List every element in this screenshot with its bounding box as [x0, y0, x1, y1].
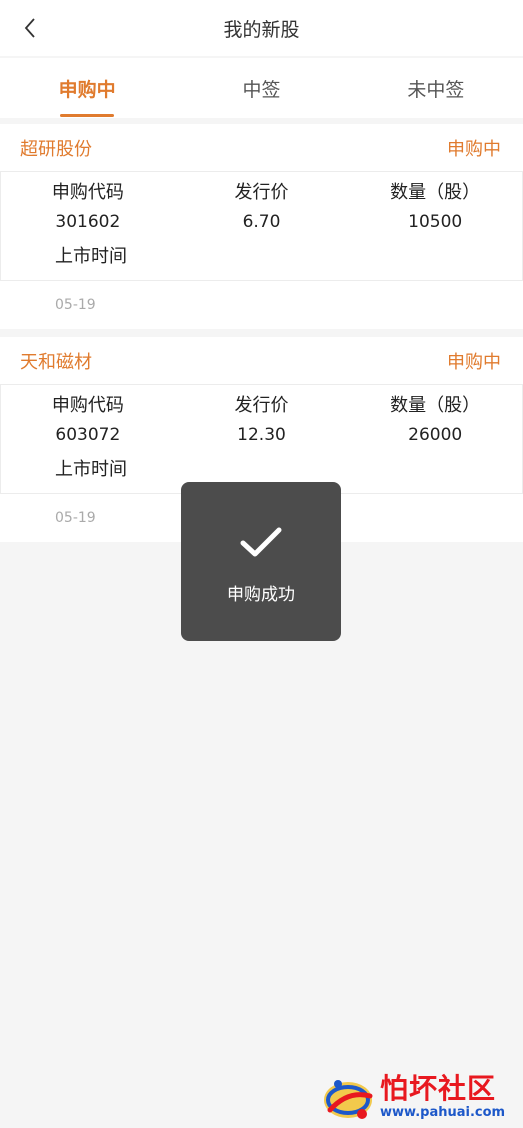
price-value: 12.30 [237, 425, 286, 445]
stock-name: 天和磁材 [20, 351, 92, 373]
stock-card[interactable]: 超研股份 申购中 申购代码 301602 发行价 6.70 数量（股） 1050… [0, 124, 523, 329]
code-label: 申购代码 [51, 182, 124, 203]
success-toast: 申购成功 [181, 482, 341, 641]
price-label: 发行价 [234, 395, 289, 416]
tab-won[interactable]: 中签 [174, 58, 348, 118]
code-value: 603072 [55, 425, 121, 445]
stock-name: 超研股份 [20, 138, 92, 160]
toast-message: 申购成功 [227, 585, 295, 605]
price-label: 发行价 [234, 182, 289, 203]
tab-not-won[interactable]: 未中签 [349, 58, 523, 118]
stock-info-grid: 申购代码 301602 发行价 6.70 数量（股） 10500 上市时间 [0, 172, 523, 281]
listing-time-label: 上市时间 [55, 246, 127, 267]
stock-info-grid: 申购代码 603072 发行价 12.30 数量（股） 26000 上市时间 [0, 385, 523, 494]
card-header: 超研股份 申购中 [0, 124, 523, 172]
listing-date: 05-19 [55, 297, 96, 313]
watermark-title: 怕坏社区 [380, 1072, 497, 1105]
quantity-label: 数量（股） [390, 395, 481, 416]
check-icon [240, 527, 282, 557]
back-button[interactable] [10, 8, 50, 48]
price-value: 6.70 [242, 212, 281, 232]
page-title: 我的新股 [223, 18, 300, 41]
quantity-value: 10500 [408, 212, 463, 232]
watermark: 怕坏社区 www.pahuai.com [318, 1070, 518, 1124]
status-badge: 申购中 [447, 351, 501, 373]
watermark-logo-icon [324, 1080, 373, 1119]
listing-time-label: 上市时间 [55, 459, 127, 480]
tab-subscribing[interactable]: 申购中 [0, 58, 174, 118]
tab-bar: 申购中 中签 未中签 [0, 58, 523, 118]
quantity-label: 数量（股） [390, 182, 481, 203]
status-badge: 申购中 [447, 138, 501, 160]
chevron-left-icon [24, 18, 35, 38]
code-value: 301602 [55, 212, 121, 232]
quantity-value: 26000 [408, 425, 463, 445]
code-label: 申购代码 [51, 395, 124, 416]
nav-bar: 我的新股 [0, 0, 523, 56]
card-header: 天和磁材 申购中 [0, 337, 523, 385]
watermark-url: www.pahuai.com [380, 1105, 506, 1120]
